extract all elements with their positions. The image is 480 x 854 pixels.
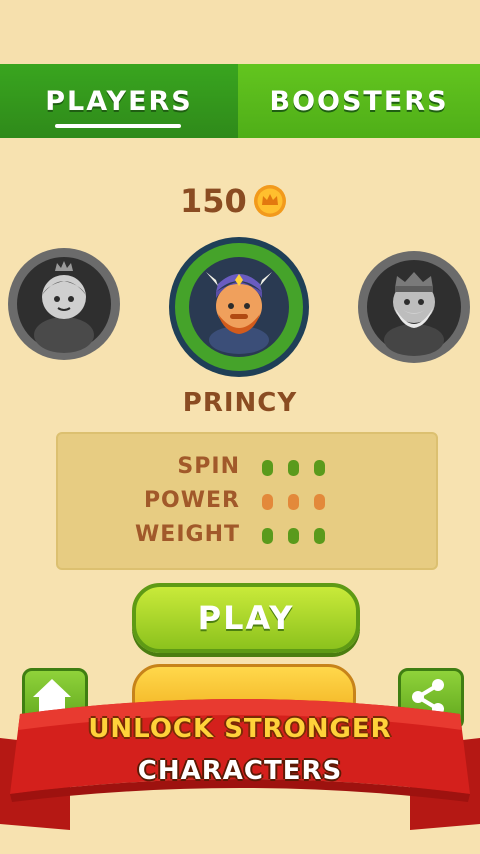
stat-row-weight: WEIGHT — [58, 520, 436, 550]
stat-row-power: POWER — [58, 486, 436, 516]
tab-players-label: PLAYERS — [45, 85, 193, 117]
banner-headline: UNLOCK STRONGER — [88, 714, 392, 744]
viking-character-icon[interactable] — [168, 236, 310, 378]
stat-pip — [314, 494, 325, 510]
stat-pip — [314, 460, 325, 476]
stat-label-weight: WEIGHT — [135, 522, 240, 547]
stat-row-spin: SPIN — [58, 452, 436, 482]
princess-character-icon[interactable] — [7, 247, 121, 361]
tab-players[interactable]: PLAYERS — [0, 64, 238, 138]
character-name: PRINCY — [182, 388, 298, 418]
play-button[interactable]: PLAY — [132, 583, 360, 653]
banner-subline: CHARACTERS — [137, 756, 343, 786]
coin-counter: 150 — [180, 182, 287, 220]
stat-pip — [288, 460, 299, 476]
tab-bar: PLAYERS BOOSTERS — [0, 64, 480, 138]
stat-pip — [288, 494, 299, 510]
king-character-icon[interactable] — [357, 250, 471, 364]
tab-boosters-label: BOOSTERS — [269, 85, 449, 117]
crown-coin-icon — [253, 185, 286, 217]
stat-label-spin: SPIN — [177, 454, 240, 479]
tab-boosters[interactable]: BOOSTERS — [238, 64, 480, 138]
top-band — [0, 0, 480, 64]
stats-panel: SPIN POWER WEIGHT — [56, 432, 438, 570]
play-button-label: PLAY — [197, 599, 295, 637]
stat-pip — [288, 528, 299, 544]
stat-pip — [262, 528, 273, 544]
coin-count: 150 — [180, 182, 247, 220]
tab-active-indicator — [55, 124, 181, 128]
stat-pip — [262, 460, 273, 476]
stat-pip — [262, 494, 273, 510]
stat-label-power: POWER — [143, 488, 240, 513]
stat-pip — [314, 528, 325, 544]
